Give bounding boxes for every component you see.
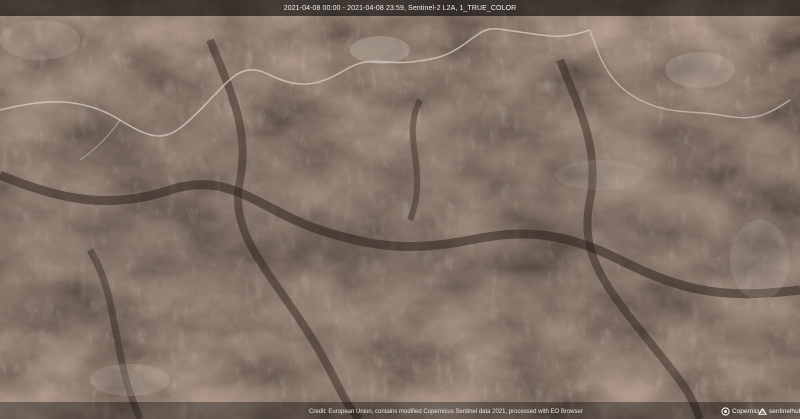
attribution-bar: Credit: European Union, contains modifie…: [0, 402, 800, 419]
image-caption-bar: 2021-04-08 00:00 - 2021-04-08 23:59, Sen…: [0, 0, 800, 16]
satellite-terrain-image: [0, 0, 800, 419]
copernicus-logo-icon: [721, 407, 730, 416]
image-caption: 2021-04-08 00:00 - 2021-04-08 23:59, Sen…: [283, 4, 517, 12]
sentinelhub-logo-icon: [758, 407, 767, 415]
sentinelhub-logo-text: sentinelhub: [769, 408, 800, 415]
sentinelhub-logo: sentinelhub: [758, 407, 800, 416]
attribution-text: Credit: European Union, contains modifie…: [309, 409, 583, 415]
satellite-image-viewer: 2021-04-08 00:00 - 2021-04-08 23:59, Sen…: [0, 0, 800, 419]
